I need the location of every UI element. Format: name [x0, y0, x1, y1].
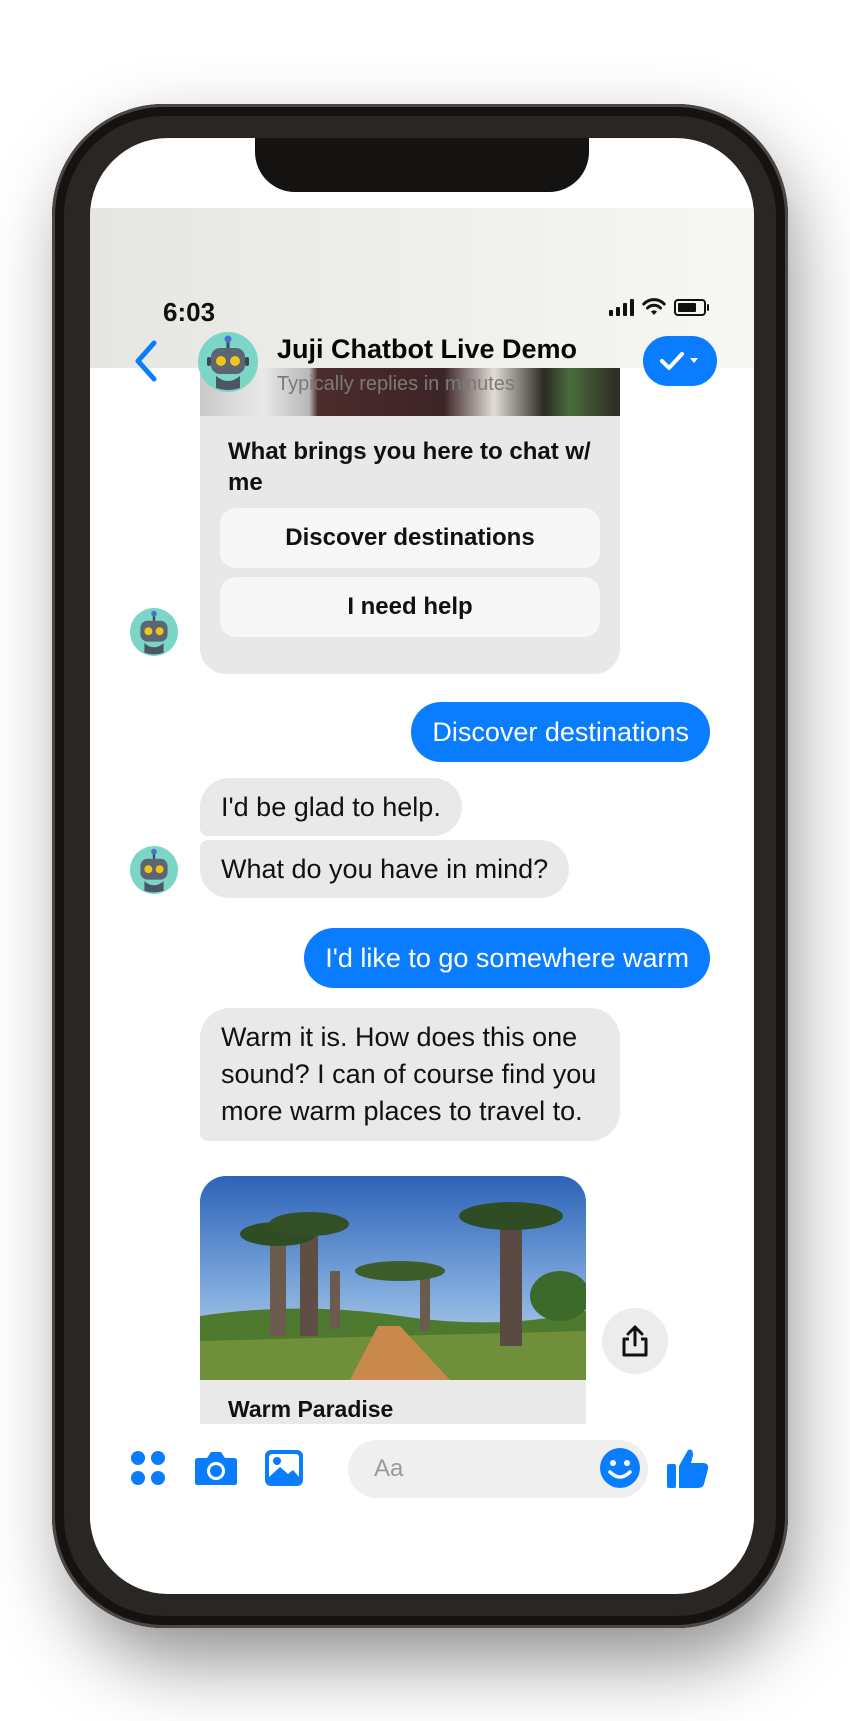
user-message[interactable]: I'd like to go somewhere warm — [304, 928, 710, 988]
emoji-button[interactable] — [598, 1446, 642, 1490]
status-icons — [609, 298, 709, 316]
emoji-icon — [600, 1448, 640, 1488]
gallery-icon — [265, 1450, 303, 1486]
thumbs-up-icon — [667, 1449, 709, 1488]
wifi-icon — [642, 298, 666, 315]
camera-icon — [195, 1452, 237, 1485]
signal-icon — [609, 298, 634, 316]
baobab-avenue-photo[interactable] — [200, 1176, 586, 1380]
bot-avatar-icon — [130, 608, 178, 656]
status-time: 6:03 — [163, 297, 216, 327]
chat-thread[interactable]: What brings you here to chat w/ me Disco… — [90, 368, 754, 1424]
travel-card-caption[interactable]: Warm Paradise — [200, 1380, 586, 1424]
camera-button[interactable] — [194, 1446, 238, 1490]
share-button[interactable] — [602, 1308, 668, 1374]
phone-screen: 6:03 Juji Chatbot Live Demo Typically re… — [90, 138, 754, 1594]
checkmark-dropdown-icon — [660, 352, 698, 370]
gallery-button[interactable] — [262, 1446, 306, 1490]
conversation-title: Juji Chatbot Live Demo — [277, 334, 578, 364]
done-button[interactable] — [643, 336, 717, 386]
apps-grid-icon — [131, 1451, 165, 1485]
chevron-left-icon — [135, 340, 157, 382]
bot-message[interactable]: Warm it is. How does this one sound? I c… — [200, 1008, 620, 1141]
apps-button[interactable] — [126, 1446, 170, 1490]
bot-avatar-icon — [130, 846, 178, 894]
like-button[interactable] — [666, 1446, 710, 1490]
discover-destinations-button[interactable]: Discover destinations — [220, 508, 600, 568]
bot-avatar-icon[interactable] — [198, 332, 258, 392]
quick-reply-card: What brings you here to chat w/ me Disco… — [200, 416, 620, 674]
back-button[interactable] — [130, 338, 160, 384]
share-icon — [622, 1325, 648, 1357]
conversation-subtitle: Typically replies in minutes — [277, 373, 515, 395]
bot-message[interactable]: What do you have in mind? — [200, 840, 570, 898]
bot-message[interactable]: I'd be glad to help. — [200, 778, 462, 836]
travel-card-title: Warm Paradise — [228, 1396, 394, 1422]
need-help-button[interactable]: I need help — [220, 577, 600, 637]
message-composer — [90, 1424, 754, 1524]
user-message[interactable]: Discover destinations — [411, 702, 710, 762]
battery-icon — [674, 298, 709, 316]
notch — [255, 138, 589, 192]
card-title: What brings you here to chat w/ me — [228, 438, 591, 496]
